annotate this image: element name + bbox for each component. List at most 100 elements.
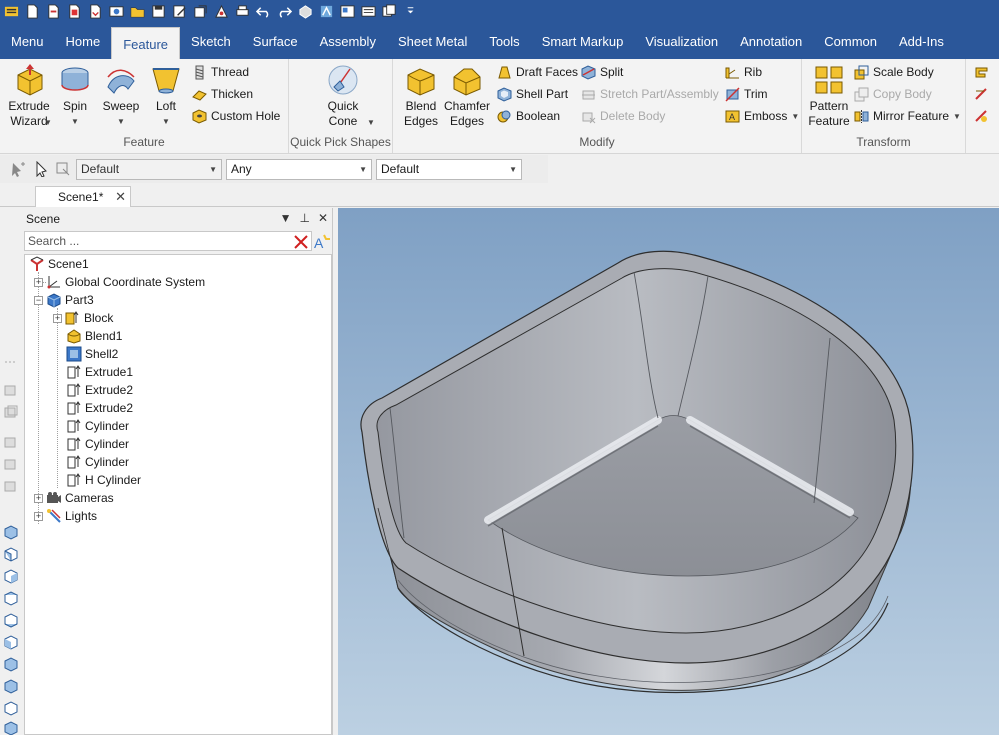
tab-annotation[interactable]: Annotation [729,23,813,59]
clear-search-icon[interactable] [293,234,309,250]
tab-menu[interactable]: Menu [0,23,55,59]
redo-icon[interactable] [275,4,293,20]
tree-node-h-cylinder[interactable]: H Cylinder [66,471,141,489]
tab-feature[interactable]: Feature [111,27,181,59]
custom-hole-button[interactable]: Custom Hole [192,106,280,126]
quick-cone-button[interactable]: Quick Cone ▼ [323,63,375,129]
select-mode-icon[interactable] [10,161,26,177]
tree-node-extrude1[interactable]: Extrude1 [66,363,133,381]
customize-qa-icon[interactable] [401,4,419,20]
edit-icon[interactable] [170,4,188,20]
view-filter-1-icon[interactable] [3,434,19,450]
properties-icon[interactable] [191,4,209,20]
tab-common[interactable]: Common [813,23,888,59]
pointer-icon[interactable] [33,160,49,178]
tree-node-cameras[interactable]: + Cameras [34,489,114,507]
view-custom-icon[interactable] [3,720,19,735]
style-combo[interactable]: Default ▼ [76,159,222,180]
image-icon[interactable] [107,4,125,20]
new-drawing-icon[interactable] [44,4,62,20]
tree-node-blend1[interactable]: Blend1 [66,327,122,345]
scene-icon[interactable] [212,4,230,20]
show-layers-icon[interactable] [3,382,19,398]
thread-button[interactable]: Thread [192,62,249,82]
expand-icon[interactable]: + [34,277,43,287]
tab-visualization[interactable]: Visualization [634,23,729,59]
print-icon[interactable] [233,4,251,20]
panel-dropdown-icon[interactable]: ▼ [280,211,292,225]
open-icon[interactable] [128,4,146,20]
spin-button[interactable]: Spin ▼ [58,63,92,129]
show-items-icon[interactable] [3,404,19,420]
expand-icon[interactable]: + [34,493,43,503]
tab-sketch[interactable]: Sketch [180,23,242,59]
draft-faces-button[interactable]: Draft Faces [497,62,578,82]
trim-button[interactable]: Trim [725,84,768,104]
tree-node-block[interactable]: + Block [53,309,113,327]
clipped-tool-3[interactable] [974,106,989,126]
mirror-feature-button[interactable]: Mirror Feature ▼ [854,106,961,126]
view-top-icon[interactable] [3,590,19,606]
split-button[interactable]: Split [581,62,623,82]
view-bottom-icon[interactable] [3,612,19,628]
3d-viewport[interactable] [338,208,999,735]
tab-tools[interactable]: Tools [478,23,530,59]
tree-node-cylinder-2[interactable]: Cylinder [66,435,129,453]
blend-edges-button[interactable]: Blend Edges [401,63,441,129]
scale-body-button[interactable]: Scale Body [854,62,934,82]
filter-combo[interactable]: Any ▼ [226,159,372,180]
tree-node-extrude2[interactable]: Extrude2 [66,381,133,399]
loft-button[interactable]: Loft ▼ [148,63,184,129]
tree-node-cylinder-3[interactable]: Cylinder [66,453,129,471]
tree-node-scene[interactable]: Scene1 [29,255,89,273]
tab-assembly[interactable]: Assembly [309,23,387,59]
save-icon[interactable] [149,4,167,20]
tab-sheet-metal[interactable]: Sheet Metal [387,23,478,59]
layout-icon[interactable] [338,4,356,20]
tab-home[interactable]: Home [55,23,112,59]
close-icon[interactable]: ✕ [115,187,126,207]
filter-select-icon[interactable] [55,161,71,177]
view-iso-icon[interactable] [3,524,19,540]
tree-node-cylinder-1[interactable]: Cylinder [66,417,129,435]
pin-icon[interactable]: ⊥ [299,211,309,225]
expand-icon[interactable]: + [53,313,62,323]
tree-node-shell2[interactable]: Shell2 [66,345,118,363]
scene-search-input[interactable]: Search ... [24,231,312,251]
expand-icon[interactable]: + [34,511,43,521]
render-icon[interactable] [296,4,314,20]
material-combo[interactable]: Default ▼ [376,159,522,180]
boolean-button[interactable]: Boolean [497,106,560,126]
shell-part-button[interactable]: Shell Part [497,84,568,104]
pattern-feature-button[interactable]: Pattern Feature [808,63,850,129]
chamfer-edges-button[interactable]: Chamfer Edges [443,63,491,129]
rib-button[interactable]: Rib [725,62,762,82]
pdf-icon[interactable] [65,4,83,20]
view-back-icon[interactable] [3,568,19,584]
search-options-icon[interactable]: A [313,233,331,251]
view-filter-2-icon[interactable] [3,456,19,472]
import-icon[interactable] [86,4,104,20]
tub-model[interactable] [338,208,999,735]
tree-node-extrude2b[interactable]: Extrude2 [66,399,133,417]
view-trimetric-icon[interactable] [3,700,19,716]
tree-node-part3[interactable]: − Part3 [34,291,94,309]
extrude-wizard-button[interactable]: Extrude Wizard ▼ [4,63,54,129]
tab-surface[interactable]: Surface [242,23,309,59]
view-toggle-icon[interactable] [3,354,19,370]
window-menu-icon[interactable] [380,4,398,20]
clipped-tool-1[interactable] [974,62,989,82]
panel-close-icon[interactable]: ✕ [318,211,328,225]
smart-snap-icon[interactable] [317,4,335,20]
view-front-icon[interactable] [3,546,19,562]
view-dimetric-icon[interactable] [3,678,19,694]
tab-add-ins[interactable]: Add-Ins [888,23,955,59]
sweep-button[interactable]: Sweep ▼ [100,63,142,129]
tab-smart-markup[interactable]: Smart Markup [531,23,635,59]
tree-node-lights[interactable]: + Lights [34,507,97,525]
new-file-icon[interactable] [23,4,41,20]
view-right-icon[interactable] [3,656,19,672]
window-list-icon[interactable] [359,4,377,20]
thicken-button[interactable]: Thicken [192,84,253,104]
collapse-icon[interactable]: − [34,295,43,305]
